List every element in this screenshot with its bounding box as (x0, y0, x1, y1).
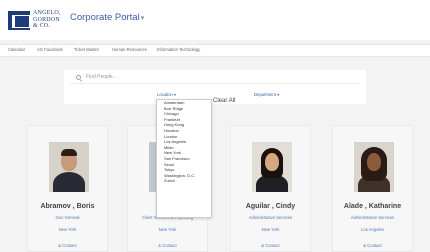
search-input[interactable]: Find People... (70, 74, 360, 84)
portal-title-menu[interactable]: Corporate Portal▾ (70, 12, 144, 23)
person-contact-link[interactable]: & Contact (333, 243, 412, 248)
person-card[interactable]: Aguilar , Cindy Administrative Services … (230, 125, 311, 252)
person-department[interactable]: Administrative Services (333, 215, 412, 220)
person-name[interactable]: Abramov , Boris (28, 203, 107, 210)
nav-item-information-technology[interactable]: Information Technology (157, 47, 200, 52)
person-photo (252, 142, 292, 192)
person-city[interactable]: New York (231, 227, 310, 232)
company-name-line-3: & CO. (33, 23, 51, 29)
person-contact-link[interactable]: & Contact (231, 243, 310, 248)
person-photo (49, 142, 89, 192)
nav-item-ag-facebook[interactable]: AG Facebook (37, 47, 63, 52)
chevron-down-icon: ▾ (277, 92, 280, 97)
caret-down-icon: ▾ (140, 15, 145, 22)
person-card[interactable]: Abramov , Boris Gen General New York & C… (27, 125, 108, 252)
search-icon (76, 75, 81, 80)
person-name[interactable]: Aguilar , Cindy (231, 203, 310, 210)
clear-all-button[interactable]: Clear All (213, 98, 235, 104)
department-filter[interactable]: Department ▾ (254, 92, 279, 97)
location-dropdown-list[interactable]: Amsterdam Burr Ridge Chicago Frankfurt H… (156, 99, 212, 218)
person-contact-link[interactable]: & Contact (28, 243, 107, 248)
person-city[interactable]: New York (28, 227, 107, 232)
company-name: ANGELO, GORDON & CO. (33, 10, 61, 30)
department-filter-label: Department (254, 92, 276, 97)
person-contact-link[interactable]: & Contact (128, 243, 207, 248)
person-department[interactable]: Administrative Services (231, 215, 310, 220)
person-name[interactable]: Alade , Katharine (333, 203, 412, 210)
chevron-down-icon: ▾ (174, 92, 177, 97)
location-filter[interactable]: Location ▾ (157, 92, 176, 97)
company-logo-icon[interactable] (8, 11, 30, 30)
nav-item-calendar[interactable]: Calendar (8, 47, 25, 52)
location-filter-label: Location (157, 92, 173, 97)
company-name-line-1: ANGELO, (33, 10, 61, 16)
person-card[interactable]: Alade , Katharine Administrative Service… (332, 125, 413, 252)
person-city[interactable]: New York (128, 227, 207, 232)
main-nav: Calendar AG Facebook Ticket Master Human… (0, 44, 430, 57)
person-department[interactable]: Gen General (28, 215, 107, 220)
portal-header: ANGELO, GORDON & CO. Corporate Portal▾ (0, 0, 430, 40)
person-photo (354, 142, 394, 192)
portal-title: Corporate Portal (70, 12, 140, 23)
search-placeholder: Find People... (86, 74, 117, 80)
person-city[interactable]: Los Angeles (333, 227, 412, 232)
nav-item-human-resources[interactable]: Human Resources (112, 47, 147, 52)
location-option[interactable]: Zurich (157, 178, 211, 184)
nav-item-ticket-master[interactable]: Ticket Master (74, 47, 99, 52)
